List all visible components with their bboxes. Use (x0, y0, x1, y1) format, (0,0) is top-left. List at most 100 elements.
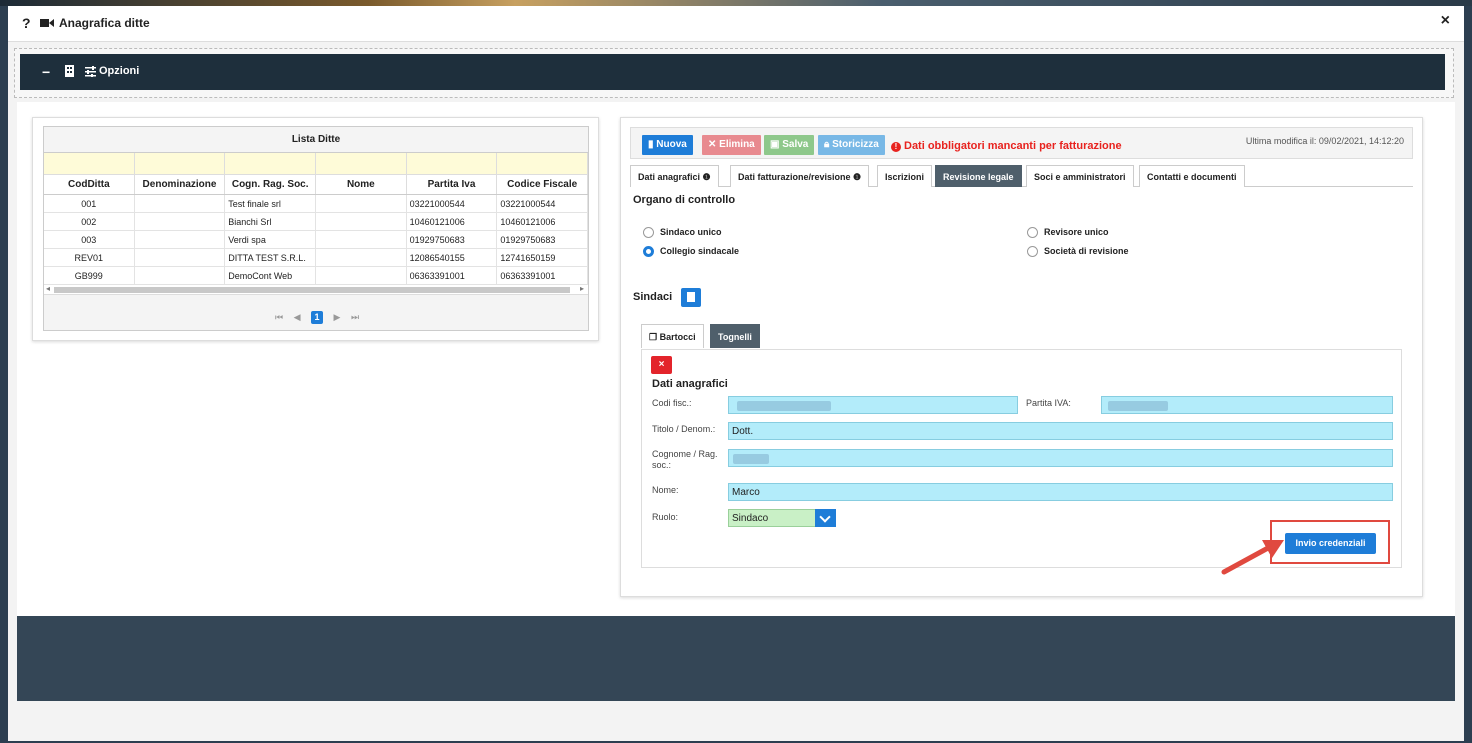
tab-iscrizioni[interactable]: Iscrizioni (877, 165, 933, 187)
options-label[interactable]: Opzioni (99, 65, 139, 77)
filter-cell[interactable] (407, 153, 498, 174)
radio-sindaco-unico[interactable]: Sindaco unico (643, 227, 722, 239)
table-row[interactable]: 002 Bianchi Srl 10460121006 10460121006 (44, 213, 588, 231)
redacted-value (737, 401, 831, 411)
building-icon[interactable] (64, 65, 75, 77)
company-grid: Lista Ditte CodDitta Denominazione Cogn.… (43, 126, 589, 331)
radio-label: Collegio sindacale (660, 246, 740, 256)
column-header[interactable]: Codice Fiscale (497, 175, 588, 194)
radio-collegio-sindacale[interactable]: Collegio sindacale (643, 246, 740, 258)
save-icon: ▣ (770, 139, 783, 150)
prev-page-icon[interactable]: ◀ (294, 312, 301, 322)
codfisc-input[interactable] (728, 396, 1018, 414)
next-page-icon[interactable]: ▶ (334, 312, 341, 322)
filter-cell[interactable] (44, 153, 135, 174)
new-button[interactable]: ▮ Nuova (642, 135, 693, 155)
table-cell: 001 (44, 195, 135, 212)
table-cell: 01929750683 (497, 231, 588, 248)
table-row[interactable]: GB999 DemoCont Web 06363391001 063633910… (44, 267, 588, 285)
redacted-value (733, 454, 769, 464)
column-header[interactable]: Denominazione (135, 175, 226, 194)
table-cell: Verdi spa (225, 231, 316, 248)
ruolo-label: Ruolo: (652, 512, 679, 522)
help-icon[interactable]: ? (22, 15, 31, 31)
table-cell (135, 267, 226, 284)
exclamation-icon: ! (891, 142, 901, 152)
table-row[interactable]: 001 Test finale srl 03221000544 03221000… (44, 195, 588, 213)
scrollbar-thumb[interactable] (54, 287, 570, 293)
table-row[interactable]: REV01 DITTA TEST S.R.L. 12086540155 1274… (44, 249, 588, 267)
anagrafica-title: Dati anagrafici (652, 378, 728, 390)
ruolo-value: Sindaco (732, 513, 769, 524)
video-camera-icon (40, 19, 54, 27)
close-icon[interactable]: × (1441, 12, 1450, 30)
modal-title: Anagrafica ditte (59, 16, 150, 30)
archive-button[interactable]: 🔒︎ Storicizza (818, 135, 885, 155)
tab-label: Dati anagrafici (638, 172, 701, 182)
tab-dati-anagrafici[interactable]: Dati anagrafici ❶ (630, 165, 719, 187)
table-cell: 01929750683 (407, 231, 498, 248)
tab-contatti-documenti[interactable]: Contatti e documenti (1139, 165, 1245, 187)
table-cell: 06363391001 (407, 267, 498, 284)
remove-sindaco-button[interactable]: × (651, 356, 672, 374)
tab-sindaco-tognelli[interactable]: Tognelli (710, 324, 760, 348)
table-cell (316, 267, 407, 284)
chevron-down-icon[interactable] (815, 509, 836, 527)
column-header[interactable]: CodDitta (44, 175, 135, 194)
add-sindaco-button[interactable] (681, 288, 701, 307)
tab-dati-fatturazione[interactable]: Dati fatturazione/revisione ❶ (730, 165, 870, 187)
company-detail-panel: ▮ Nuova ✕ Elimina ▣ Salva 🔒︎ Storicizza … (620, 117, 1423, 597)
titolo-input[interactable]: Dott. (728, 422, 1393, 440)
table-cell: 03221000544 (497, 195, 588, 212)
company-list-panel: Lista Ditte CodDitta Denominazione Cogn.… (32, 117, 599, 341)
table-cell (135, 231, 226, 248)
radio-revisore-unico[interactable]: Revisore unico (1027, 227, 1109, 239)
tab-soci-amministratori[interactable]: Soci e amministratori (1026, 165, 1134, 187)
filter-cell[interactable] (135, 153, 226, 174)
piva-input[interactable] (1101, 396, 1393, 414)
detail-toolbar: ▮ Nuova ✕ Elimina ▣ Salva 🔒︎ Storicizza … (630, 127, 1413, 159)
table-cell (316, 249, 407, 266)
nome-label: Nome: (652, 485, 679, 495)
first-page-icon[interactable]: ⏮ (275, 312, 283, 322)
missing-data-warning: ! Dati obbligatori mancanti per fatturazi… (891, 140, 1122, 152)
radio-circle (1027, 227, 1038, 239)
horizontal-scrollbar[interactable]: ◂ ▸ (44, 284, 588, 295)
grid-filter-row (44, 153, 588, 175)
ruolo-select[interactable]: Sindaco (728, 509, 836, 527)
nome-input[interactable]: Marco (728, 483, 1393, 501)
column-header[interactable]: Cogn. Rag. Soc. (225, 175, 317, 194)
warning-text: Dati obbligatori mancanti per fatturazio… (904, 140, 1122, 152)
subtab-label: Bartocci (659, 332, 696, 342)
filter-cell[interactable] (225, 153, 317, 174)
save-button[interactable]: ▣ Salva (764, 135, 815, 155)
table-cell (135, 249, 226, 266)
filter-cell[interactable] (497, 153, 588, 174)
current-page[interactable]: 1 (311, 311, 323, 324)
sliders-icon (85, 66, 96, 77)
table-row[interactable]: 003 Verdi spa 01929750683 01929750683 (44, 231, 588, 249)
filter-cell[interactable] (316, 153, 407, 174)
delete-button[interactable]: ✕ Elimina (702, 135, 761, 155)
cognome-input[interactable] (728, 449, 1393, 467)
table-cell: Test finale srl (225, 195, 316, 212)
copy-icon: ❐ (649, 332, 660, 342)
column-header[interactable]: Partita Iva (407, 175, 498, 194)
tab-sindaco-bartocci[interactable]: ❐ Bartocci (641, 324, 704, 348)
collapse-icon[interactable]: − (42, 64, 50, 80)
last-page-icon[interactable]: ⏭ (351, 312, 359, 322)
scroll-left-icon[interactable]: ◂ (46, 284, 50, 293)
send-credentials-button[interactable]: Invio credenziali (1285, 533, 1376, 554)
table-cell (316, 231, 407, 248)
tab-revisione-legale[interactable]: Revisione legale (935, 165, 1022, 187)
cognome-label: Cognome / Rag. soc.: (652, 449, 718, 470)
delete-button-label: Elimina (719, 139, 755, 150)
radio-societa-revisione[interactable]: Società di revisione (1027, 246, 1129, 258)
pager: ⏮ ◀ 1 ▶ ⏭ (44, 311, 588, 324)
scroll-right-icon[interactable]: ▸ (580, 284, 584, 293)
x-icon: ✕ (708, 139, 720, 150)
column-header[interactable]: Nome (316, 175, 407, 194)
table-cell: REV01 (44, 249, 135, 266)
radio-circle (1027, 246, 1038, 258)
table-cell (135, 195, 226, 212)
